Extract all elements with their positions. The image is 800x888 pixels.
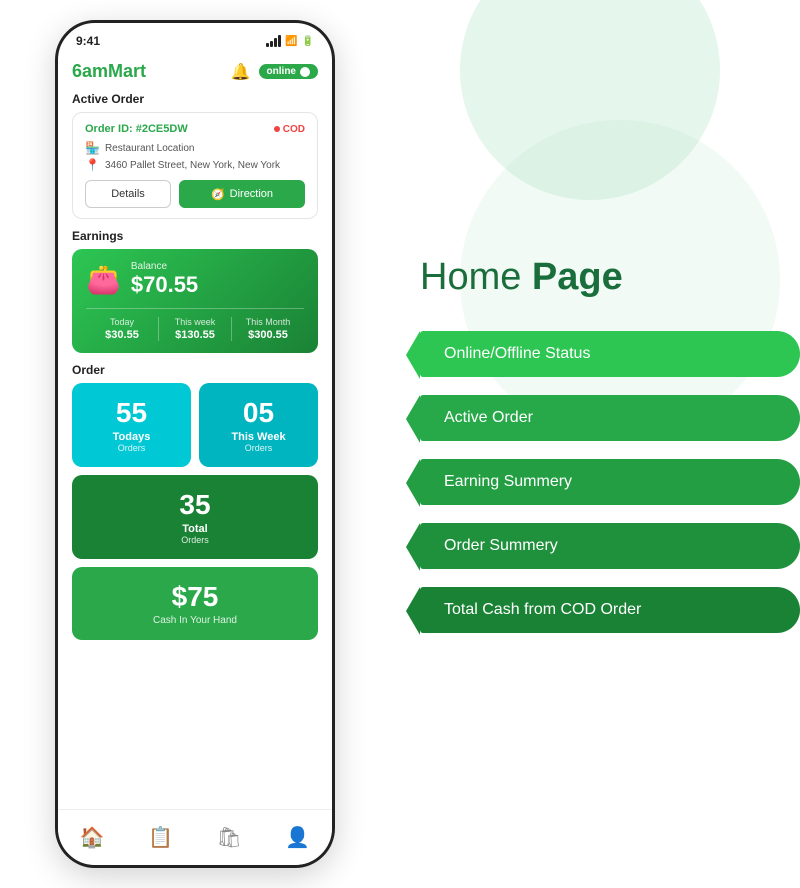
- signal-icon: [266, 35, 281, 47]
- todays-label: Todays: [82, 431, 181, 443]
- todays-orders-box: 55 Todays Orders: [72, 383, 191, 467]
- phone: 9:41 📶 🔋 6amMart 🔔: [55, 20, 335, 868]
- total-sub: Orders: [82, 535, 308, 545]
- active-order-section-label: Active Order: [72, 92, 318, 106]
- ribbon-list: Online/Offline Status Active Order Earni…: [420, 331, 800, 633]
- balance-label: Balance: [131, 261, 198, 272]
- right-panel: Home Page Online/Offline Status Active O…: [390, 0, 800, 888]
- direction-label: Direction: [230, 188, 273, 200]
- battery-icon: 🔋: [302, 36, 314, 47]
- cod-dot: [274, 126, 280, 132]
- cod-label: COD: [283, 124, 305, 135]
- wallet-icon: 👛: [86, 263, 121, 296]
- btn-row: Details 🧭 Direction: [85, 180, 305, 208]
- cash-in-hand-box: $75 Cash In Your Hand: [72, 567, 318, 640]
- order-grid: 55 Todays Orders 05 This Week Orders: [72, 383, 318, 467]
- earnings-today: Today $30.55: [86, 317, 159, 341]
- order-card-header: Order ID: #2CE5DW COD: [85, 123, 305, 135]
- week-orders-box: 05 This Week Orders: [199, 383, 318, 467]
- ribbon-earning-summery[interactable]: Earning Summery: [420, 459, 800, 505]
- week-num: 05: [209, 397, 308, 429]
- online-badge[interactable]: online: [259, 64, 318, 79]
- logo-highlight: M: [108, 61, 123, 81]
- address-text: 3460 Pallet Street, New York, New York: [105, 160, 280, 171]
- month-value: $300.55: [232, 329, 304, 341]
- map-pin-icon: 📍: [85, 158, 100, 172]
- logo-suffix: art: [123, 61, 146, 81]
- ribbon-cod-order[interactable]: Total Cash from COD Order: [420, 587, 800, 633]
- ribbon-online-offline[interactable]: Online/Offline Status: [420, 331, 800, 377]
- total-label: Total: [82, 523, 308, 535]
- todays-num: 55: [82, 397, 181, 429]
- todays-sub: Orders: [82, 443, 181, 453]
- earnings-top: 👛 Balance $70.55: [86, 261, 304, 298]
- balance-amount: $70.55: [131, 272, 198, 298]
- header-right: 🔔 online: [231, 62, 318, 82]
- direction-button[interactable]: 🧭 Direction: [179, 180, 305, 208]
- wifi-icon: 📶: [285, 36, 297, 47]
- direction-icon: 🧭: [211, 188, 225, 201]
- earnings-month: This Month $300.55: [232, 317, 304, 341]
- title-normal: Home: [420, 256, 532, 298]
- bag-icon: 🛍: [216, 825, 241, 850]
- ribbon-label-4: Total Cash from COD Order: [444, 601, 641, 619]
- order-id-label: Order ID:: [85, 123, 133, 135]
- phone-wrapper: 9:41 📶 🔋 6amMart 🔔: [55, 20, 335, 868]
- total-num: 35: [82, 489, 308, 521]
- earnings-section-label: Earnings: [72, 229, 318, 243]
- status-bar: 9:41 📶 🔋: [58, 23, 332, 53]
- earnings-card: 👛 Balance $70.55 Today $30.55 This week …: [72, 249, 318, 353]
- nav-bag[interactable]: 🛍: [216, 825, 241, 850]
- month-label: This Month: [232, 317, 304, 327]
- ribbon-label-2: Earning Summery: [444, 473, 572, 491]
- week-label: This week: [159, 317, 231, 327]
- profile-icon: 👤: [285, 825, 310, 850]
- app-content: 6amMart 🔔 online Active Order Order ID: …: [58, 53, 332, 865]
- address-row: 📍 3460 Pallet Street, New York, New York: [85, 158, 305, 172]
- nav-orders[interactable]: 📋: [148, 825, 173, 850]
- week-sub: Orders: [209, 443, 308, 453]
- app-header: 6amMart 🔔 online: [72, 61, 318, 82]
- orders-icon: 📋: [148, 825, 173, 850]
- ribbon-order-summery[interactable]: Order Summery: [420, 523, 800, 569]
- bell-icon[interactable]: 🔔: [231, 62, 251, 82]
- bottom-nav: 🏠 📋 🛍 👤: [58, 809, 332, 865]
- ribbon-active-order[interactable]: Active Order: [420, 395, 800, 441]
- store-icon: 🏪: [85, 141, 100, 155]
- earnings-balance: Balance $70.55: [131, 261, 198, 298]
- page-title: Home Page: [420, 256, 623, 299]
- toggle-dot: [300, 67, 310, 77]
- logo-prefix: 6am: [72, 61, 108, 81]
- details-button[interactable]: Details: [85, 180, 171, 208]
- week-value: $130.55: [159, 329, 231, 341]
- earnings-week: This week $130.55: [159, 317, 232, 341]
- status-time: 9:41: [76, 34, 100, 48]
- nav-profile[interactable]: 👤: [285, 825, 310, 850]
- today-label: Today: [86, 317, 158, 327]
- order-id: Order ID: #2CE5DW: [85, 123, 188, 135]
- today-value: $30.55: [86, 329, 158, 341]
- order-id-value: #2CE5DW: [136, 123, 188, 135]
- order-section-label: Order: [72, 363, 318, 377]
- earnings-bottom: Today $30.55 This week $130.55 This Mont…: [86, 308, 304, 341]
- nav-home[interactable]: 🏠: [80, 825, 105, 850]
- active-order-card: Order ID: #2CE5DW COD 🏪 Restaurant Locat…: [72, 112, 318, 219]
- status-icons: 📶 🔋: [266, 35, 314, 47]
- online-label: online: [267, 66, 296, 77]
- app-logo: 6amMart: [72, 61, 146, 82]
- cod-badge: COD: [274, 124, 305, 135]
- restaurant-location-row: 🏪 Restaurant Location: [85, 141, 305, 155]
- title-bold: Page: [532, 256, 623, 298]
- restaurant-location-label: Restaurant Location: [105, 143, 195, 154]
- cash-label: Cash In Your Hand: [82, 615, 308, 626]
- ribbon-label-3: Order Summery: [444, 537, 558, 555]
- home-icon: 🏠: [80, 825, 105, 850]
- ribbon-label-0: Online/Offline Status: [444, 345, 590, 363]
- week-label-order: This Week: [209, 431, 308, 443]
- ribbon-label-1: Active Order: [444, 409, 533, 427]
- total-orders-box: 35 Total Orders: [72, 475, 318, 559]
- cash-amount: $75: [82, 581, 308, 613]
